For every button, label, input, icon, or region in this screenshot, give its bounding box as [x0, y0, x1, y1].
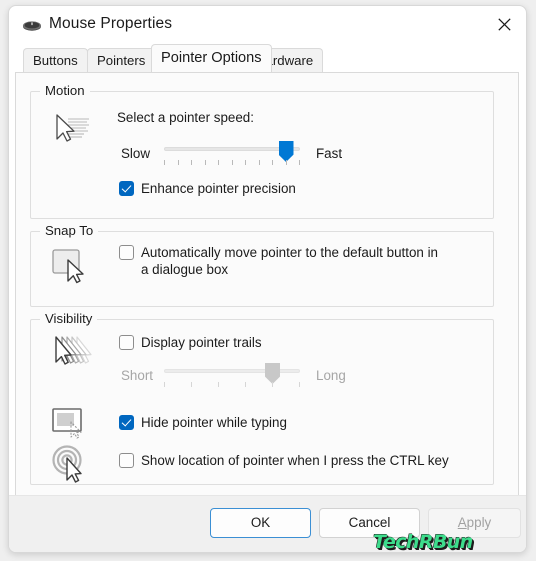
group-visibility: Visibility Display pointer trails Short …: [30, 311, 494, 485]
hide-pointer-typing-row[interactable]: Hide pointer while typing: [119, 414, 287, 431]
apply-rest: pply: [466, 515, 492, 530]
group-visibility-title: Visibility: [40, 311, 98, 326]
ok-button[interactable]: OK: [210, 508, 311, 538]
tab-pointer-options[interactable]: Pointer Options: [151, 44, 272, 72]
default-button-icon: [49, 246, 93, 286]
tab-strip: Buttons Pointers Pointer Options Hardwar…: [14, 44, 526, 72]
watermark: TechRBun: [373, 531, 473, 553]
snap-to-label: Automatically move pointer to the defaul…: [141, 245, 439, 277]
apply-accelerator: A: [457, 515, 467, 530]
window-title: Mouse Properties: [49, 15, 173, 32]
slider-trails-ticks: [164, 382, 300, 388]
hide-pointer-typing-icon: [49, 406, 93, 446]
hide-pointer-typing-label: Hide pointer while typing: [141, 415, 287, 430]
hide-pointer-typing-checkbox[interactable]: [119, 415, 134, 430]
tab-buttons[interactable]: Buttons: [23, 48, 88, 72]
slider-trails-thumb[interactable]: [265, 363, 280, 384]
group-motion: Motion Select a pointer speed: Slow Fast…: [30, 83, 494, 219]
enhance-precision-checkbox[interactable]: [119, 181, 134, 196]
display-trails-checkbox[interactable]: [119, 335, 134, 350]
pointer-speed-slider[interactable]: [164, 141, 300, 166]
slider-trails-min-label: Short: [121, 368, 154, 383]
slider-speed-thumb[interactable]: [278, 141, 294, 162]
group-snap-to-title: Snap To: [40, 223, 99, 238]
slider-speed-ticks: [164, 160, 300, 166]
mouse-properties-window: Mouse Properties Buttons Pointers Pointe…: [8, 5, 527, 553]
display-trails-label: Display pointer trails: [141, 335, 262, 350]
enhance-precision-row[interactable]: Enhance pointer precision: [119, 180, 296, 197]
title-bar: Mouse Properties: [9, 6, 526, 46]
tab-pointers[interactable]: Pointers: [87, 48, 156, 72]
pointer-trails-icon: [49, 332, 93, 372]
pointer-speed-icon: [49, 110, 93, 150]
show-location-checkbox[interactable]: [119, 453, 134, 468]
display-trails-row[interactable]: Display pointer trails: [119, 334, 262, 351]
slider-speed-min-label: Slow: [121, 146, 151, 161]
snap-to-checkbox[interactable]: [119, 245, 134, 260]
slider-trails-max-label: Long: [316, 368, 346, 383]
show-location-row[interactable]: Show location of pointer when I press th…: [119, 452, 449, 469]
close-button[interactable]: [482, 6, 526, 42]
group-motion-title: Motion: [40, 83, 90, 98]
snap-to-row[interactable]: Automatically move pointer to the defaul…: [119, 244, 449, 278]
close-icon: [497, 17, 511, 31]
enhance-precision-label: Enhance pointer precision: [141, 181, 296, 196]
mouse-icon: [22, 19, 42, 33]
slider-speed-max-label: Fast: [316, 146, 343, 161]
group-snap-to: Snap To Automatically move pointer to th…: [30, 223, 494, 307]
pointer-speed-prompt: Select a pointer speed:: [117, 110, 254, 125]
tab-page-pointer-options: Motion Select a pointer speed: Slow Fast…: [15, 72, 519, 552]
pointer-trails-slider[interactable]: [164, 363, 300, 388]
locate-pointer-icon: [49, 444, 93, 484]
show-location-label: Show location of pointer when I press th…: [141, 453, 449, 468]
